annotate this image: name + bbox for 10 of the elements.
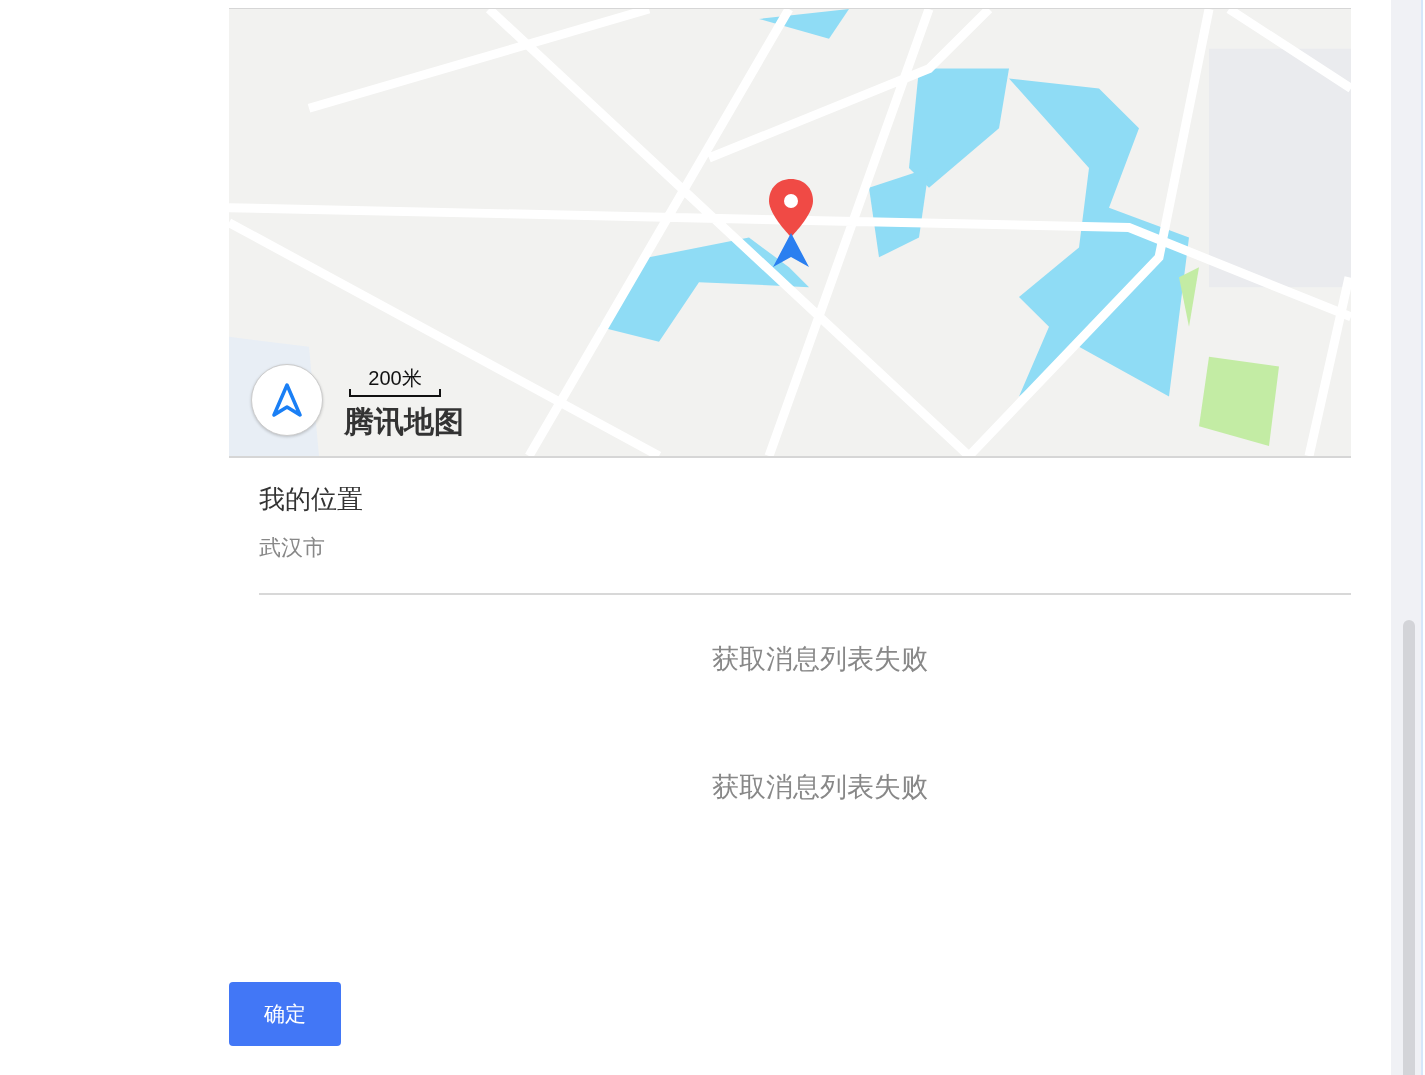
navigation-arrow-icon (272, 383, 302, 417)
location-city: 武汉市 (259, 534, 326, 562)
map-logo: 腾讯地图 (344, 403, 464, 441)
confirm-button[interactable]: 确定 (229, 982, 341, 1046)
error-message: 获取消息列表失败 (712, 770, 928, 804)
location-title: 我的位置 (259, 483, 364, 516)
map-pin-icon (767, 177, 815, 269)
scrollbar-thumb[interactable] (1403, 620, 1415, 1075)
error-message: 获取消息列表失败 (712, 642, 928, 676)
map-scale-label: 200米 (367, 367, 423, 389)
